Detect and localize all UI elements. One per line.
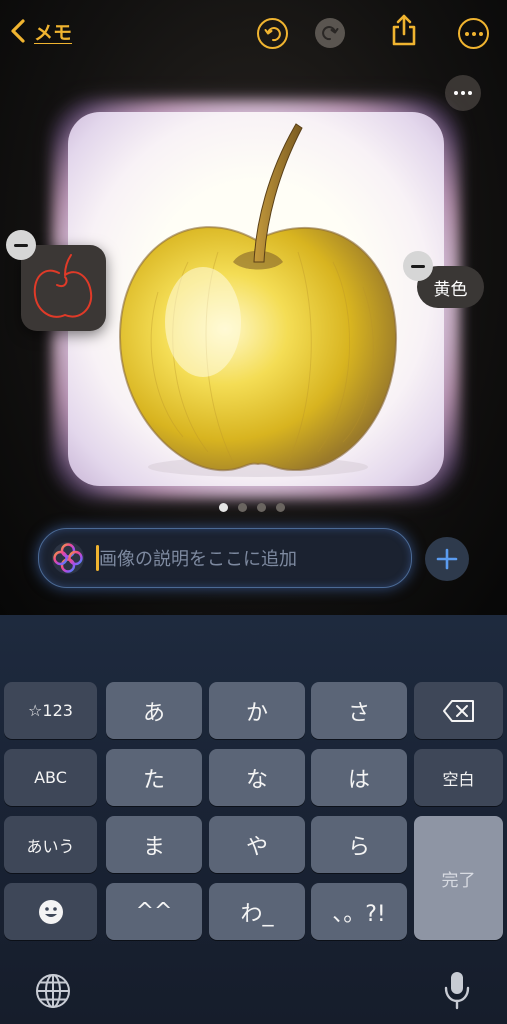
chevron-left-icon xyxy=(11,19,25,43)
minus-icon xyxy=(411,264,425,268)
back-button[interactable]: メモ xyxy=(8,17,72,45)
remove-tag-button[interactable] xyxy=(403,251,433,281)
page-dot-active xyxy=(219,503,228,512)
color-tag-label: 黄色 xyxy=(433,279,468,300)
share-icon xyxy=(392,14,416,46)
key-sa[interactable]: さ xyxy=(311,682,407,739)
notes-image-editor: メモ 黄色 画像の説明をここに追加 xyxy=(0,0,507,615)
redo-button[interactable] xyxy=(315,18,345,48)
redo-icon xyxy=(322,26,339,41)
key-ma[interactable]: ま xyxy=(106,816,202,873)
key-label: さ xyxy=(347,700,370,726)
key-label: な xyxy=(245,767,268,793)
key-ta[interactable]: た xyxy=(106,749,202,806)
remove-sketch-button[interactable] xyxy=(6,230,36,260)
back-label: メモ xyxy=(34,21,73,44)
key-label: か xyxy=(245,700,268,726)
globe-icon xyxy=(36,974,70,1008)
key-a[interactable]: あ xyxy=(106,682,202,739)
generated-image[interactable] xyxy=(68,112,444,486)
more-button[interactable] xyxy=(458,18,489,49)
plus-icon xyxy=(436,548,458,570)
image-options-button[interactable] xyxy=(445,75,481,111)
description-input[interactable] xyxy=(97,541,401,577)
key-label: 完了 xyxy=(441,870,476,891)
key-kaomoji[interactable]: ^^ xyxy=(106,883,202,940)
add-button[interactable] xyxy=(425,537,469,581)
key-label: ら xyxy=(347,834,370,860)
microphone-icon xyxy=(444,972,470,1010)
key-ha[interactable]: は xyxy=(311,749,407,806)
key-abc[interactable]: ABC xyxy=(4,749,97,806)
key-label: た xyxy=(142,767,165,793)
key-label: 、。?! xyxy=(332,901,386,927)
dictation-button[interactable] xyxy=(443,970,471,1014)
key-label: や xyxy=(245,834,268,860)
key-label: ABC xyxy=(34,768,67,787)
apple-sketch-icon xyxy=(33,254,93,318)
key-punctuation[interactable]: 、。?! xyxy=(311,883,407,940)
key-label: は xyxy=(347,767,370,793)
key-label: ^^ xyxy=(135,899,173,924)
more-icon xyxy=(464,31,483,36)
backspace-icon xyxy=(442,699,474,722)
done-key[interactable]: 完了 xyxy=(414,816,503,940)
space-key[interactable]: 空白 xyxy=(414,749,503,806)
minus-icon xyxy=(14,243,28,247)
sketch-thumbnail[interactable] xyxy=(21,245,106,331)
globe-button[interactable] xyxy=(34,972,72,1014)
key-label: ☆123 xyxy=(28,701,73,720)
japanese-kana-keyboard: ☆123 あ か さ ABC た な は 空白 あいう ま や ら 完了 ^^ … xyxy=(0,615,507,1024)
page-dot xyxy=(257,503,266,512)
page-dot xyxy=(238,503,247,512)
undo-icon xyxy=(264,26,281,41)
key-ya[interactable]: や xyxy=(209,816,305,873)
emoji-icon xyxy=(38,899,63,924)
key-wa[interactable]: わ_ xyxy=(209,883,305,940)
key-label: 空白 xyxy=(442,769,475,789)
key-ra[interactable]: ら xyxy=(311,816,407,873)
key-na[interactable]: な xyxy=(209,749,305,806)
ellipsis-icon xyxy=(454,91,472,95)
key-symbols[interactable]: ☆123 xyxy=(4,682,97,739)
page-indicator[interactable] xyxy=(219,503,285,512)
emoji-key[interactable] xyxy=(4,883,97,940)
key-label: あいう xyxy=(26,836,75,856)
delete-key[interactable] xyxy=(414,682,503,739)
page-dot xyxy=(276,503,285,512)
share-button[interactable] xyxy=(389,14,419,46)
image-playground-icon xyxy=(52,542,84,574)
key-label: ま xyxy=(142,834,165,860)
key-kana[interactable]: あいう xyxy=(4,816,97,873)
undo-button[interactable] xyxy=(257,18,288,49)
key-ka[interactable]: か xyxy=(209,682,305,739)
description-field[interactable] xyxy=(38,528,412,588)
apple-image xyxy=(118,123,398,477)
key-label: わ_ xyxy=(240,901,274,927)
key-label: あ xyxy=(142,700,165,726)
nav-bar: メモ xyxy=(0,0,507,64)
